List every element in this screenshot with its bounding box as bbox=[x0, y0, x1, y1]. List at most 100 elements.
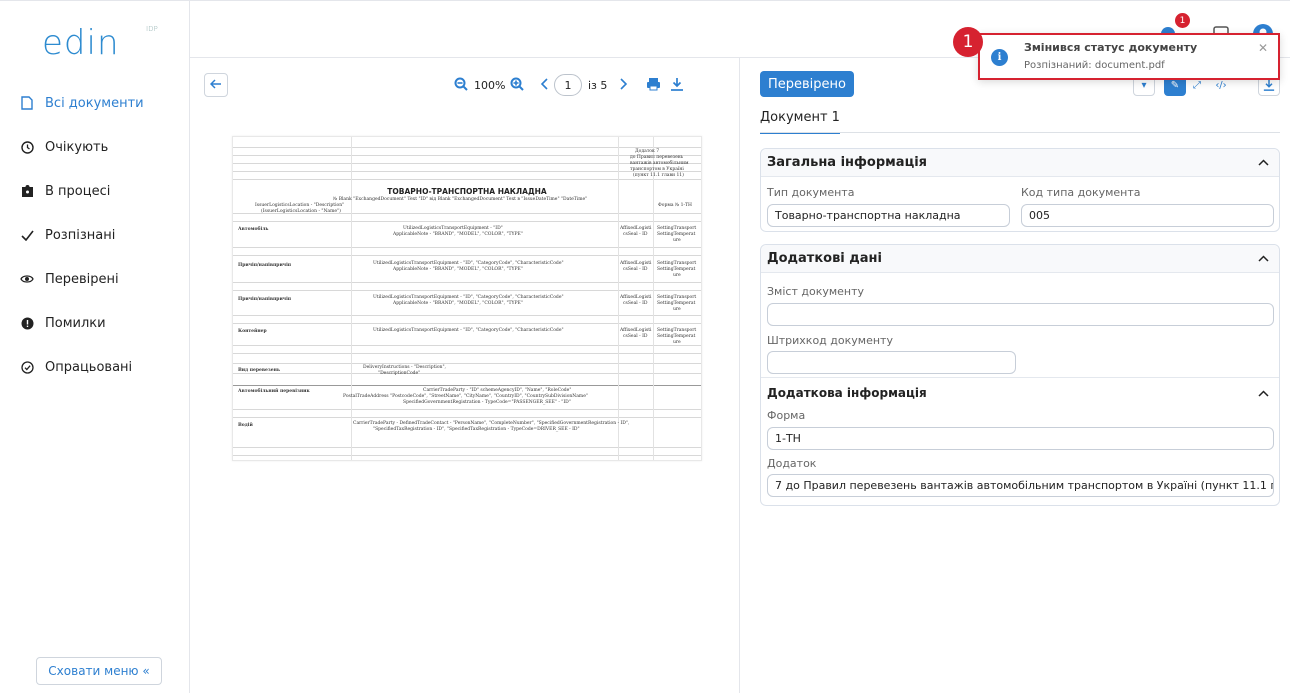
doc-form: Форма № 1-ТН bbox=[658, 203, 692, 208]
doc-issuer: IssuerLogisticsLocation - "Description" bbox=[255, 203, 345, 208]
tab-document-1[interactable]: Документ 1 bbox=[760, 110, 840, 134]
sidebar-item-processed[interactable]: Опрацьовані bbox=[0, 345, 190, 389]
print-button[interactable] bbox=[646, 73, 661, 97]
sidebar-item-verified[interactable]: Перевірені bbox=[0, 257, 190, 301]
doc-side-text: ure bbox=[673, 273, 681, 278]
tab-divider bbox=[760, 132, 1280, 133]
zoom-in-button[interactable] bbox=[510, 73, 524, 97]
verified-label: Перевірено bbox=[768, 76, 846, 92]
content-label: Зміст документу bbox=[767, 285, 865, 298]
doc-side-text: csSeal - ID bbox=[623, 334, 648, 339]
page-count: із 5 bbox=[588, 73, 607, 97]
additional-data-header[interactable]: Додаткові дані bbox=[761, 245, 1279, 273]
additional-data-card: Додаткові дані Зміст документу Штрихкод … bbox=[760, 244, 1280, 506]
form-label: Форма bbox=[767, 409, 806, 422]
general-info-header[interactable]: Загальна інформація bbox=[761, 149, 1279, 177]
page-number-input[interactable]: 1 bbox=[554, 73, 582, 97]
card-title: Додаткові дані bbox=[767, 251, 882, 266]
doc-side-text: AffixedLogisti bbox=[620, 226, 652, 231]
doc-row-text: UtilizedLogisticsTransportEquipment - "I… bbox=[373, 261, 564, 266]
doc-side-text: csSeal - ID bbox=[623, 301, 648, 306]
sidebar-item-recognized[interactable]: Розпізнані bbox=[0, 213, 190, 257]
doc-side-text: SettingTemperat bbox=[657, 232, 696, 237]
doc-side-text: SettingTemperat bbox=[657, 267, 696, 272]
download-icon bbox=[670, 77, 684, 94]
zoom-out-button[interactable] bbox=[454, 73, 468, 97]
chevron-left-icon bbox=[540, 77, 548, 93]
doc-appendix-line: транспортом в Україні bbox=[630, 167, 684, 172]
logo-sup: IDP bbox=[146, 25, 158, 33]
doc-appendix-line: до Правил перевезень bbox=[630, 155, 684, 160]
doc-row-text: CarrierTradeParty - "ID" schemeAgencyID"… bbox=[423, 388, 572, 393]
appendix-value: 7 до Правил перевезень вантажів автомобі… bbox=[775, 479, 1274, 492]
appendix-field[interactable]: 7 до Правил перевезень вантажів автомобі… bbox=[767, 474, 1274, 497]
doc-side-text: SettingTransport bbox=[657, 328, 697, 333]
zoom-out-icon bbox=[454, 77, 468, 94]
info-icon: i bbox=[991, 49, 1008, 66]
doc-row-text: UtilizedLogisticsTransportEquipment - "I… bbox=[373, 328, 564, 333]
doc-row-text: "SpecifiedTaxRegistration - ID", "Specif… bbox=[373, 427, 580, 432]
doc-row-text: PostalTradeAddress "PostcodeCode", "Stre… bbox=[343, 394, 588, 399]
doc-row-text: SpecifiedGovernmentRegistration - TypeCo… bbox=[403, 400, 571, 405]
sidebar: edin IDP Всі документи Очікують В процес… bbox=[0, 0, 190, 693]
doc-side-text: SettingTransport bbox=[657, 226, 697, 231]
page-number: 1 bbox=[564, 78, 572, 92]
step-number: 1 bbox=[962, 32, 974, 52]
next-page-button[interactable] bbox=[620, 73, 628, 97]
toast-title: Змінився статус документу bbox=[1024, 41, 1198, 54]
doc-row-text: CarrierTradeParty - DefinedTradeContact … bbox=[353, 421, 630, 426]
doc-code-field[interactable]: 005 bbox=[1021, 204, 1274, 227]
content-field[interactable] bbox=[767, 303, 1274, 326]
sidebar-item-label: Опрацьовані bbox=[45, 359, 133, 375]
doc-appendix-line: Додаток 7 bbox=[635, 149, 660, 154]
doc-side-text: SettingTemperat bbox=[657, 334, 696, 339]
card-title: Загальна інформація bbox=[767, 155, 928, 170]
doc-type-value: Товарно-транспортна накладна bbox=[775, 209, 961, 222]
doc-row-text: ApplicableNote - "BRAND", "MODEL", "COLO… bbox=[393, 267, 523, 272]
doc-side-text: SettingTransport bbox=[657, 295, 697, 300]
chevron-right-icon bbox=[620, 77, 628, 93]
doc-side-text: ure bbox=[673, 238, 681, 243]
doc-side-text: SettingTransport bbox=[657, 261, 697, 266]
sidebar-item-label: В процесі bbox=[45, 183, 111, 199]
hide-menu-button[interactable]: Сховати меню « bbox=[36, 657, 162, 685]
sidebar-item-all-documents[interactable]: Всі документи bbox=[0, 81, 190, 125]
document-page-preview: Додаток 7 до Правил перевезень вантажів … bbox=[232, 136, 702, 461]
zoom-in-icon bbox=[510, 77, 524, 94]
doc-type-field[interactable]: Товарно-транспортна накладна bbox=[767, 204, 1010, 227]
sidebar-item-in-progress[interactable]: В процесі bbox=[0, 169, 190, 213]
download-button[interactable] bbox=[670, 73, 684, 97]
doc-label-driver: Водій bbox=[238, 423, 253, 428]
document-icon bbox=[20, 96, 34, 110]
doc-appendix-line: (пункт 11.1 глави 11) bbox=[633, 173, 684, 178]
form-field[interactable]: 1-ТН bbox=[767, 427, 1274, 450]
prev-page-button[interactable] bbox=[540, 73, 548, 97]
edin-logo[interactable]: edin IDP bbox=[42, 23, 158, 63]
tab-label: Документ 1 bbox=[760, 110, 840, 125]
doc-code-value: 005 bbox=[1029, 209, 1050, 222]
doc-label-transport-type: Вид перевезень bbox=[238, 368, 280, 373]
clock-icon bbox=[20, 140, 34, 154]
sidebar-item-errors[interactable]: Помилки bbox=[0, 301, 190, 345]
sidebar-nav: Всі документи Очікують В процесі Розпізн… bbox=[0, 81, 190, 389]
sidebar-item-label: Розпізнані bbox=[45, 227, 116, 243]
chevron-up-icon bbox=[1258, 252, 1269, 265]
barcode-label: Штрихкод документу bbox=[767, 334, 893, 347]
zoom-level-text: 100% bbox=[474, 78, 506, 92]
error-icon bbox=[20, 316, 34, 330]
puzzle-icon bbox=[20, 184, 34, 198]
doc-row-text: "DescriptionCode" bbox=[378, 371, 421, 376]
doc-row-text: ApplicableNote - "BRAND", "MODEL", "COLO… bbox=[393, 232, 523, 237]
sidebar-item-label: Помилки bbox=[45, 315, 106, 331]
chevron-up-icon[interactable] bbox=[1258, 387, 1269, 400]
extra-info-title: Додаткова інформація bbox=[767, 386, 927, 400]
back-button[interactable] bbox=[204, 73, 228, 97]
close-icon[interactable]: ✕ bbox=[1258, 41, 1268, 55]
printer-icon bbox=[646, 77, 661, 94]
verified-button[interactable]: Перевірено bbox=[760, 71, 854, 97]
step-marker-badge: 1 bbox=[953, 27, 983, 57]
doc-row-text: UtilizedLogisticsTransportEquipment - "I… bbox=[403, 226, 503, 231]
sidebar-item-pending[interactable]: Очікують bbox=[0, 125, 190, 169]
toast-message: Розпізнаний: document.pdf bbox=[1024, 60, 1165, 71]
barcode-field[interactable] bbox=[767, 351, 1016, 374]
